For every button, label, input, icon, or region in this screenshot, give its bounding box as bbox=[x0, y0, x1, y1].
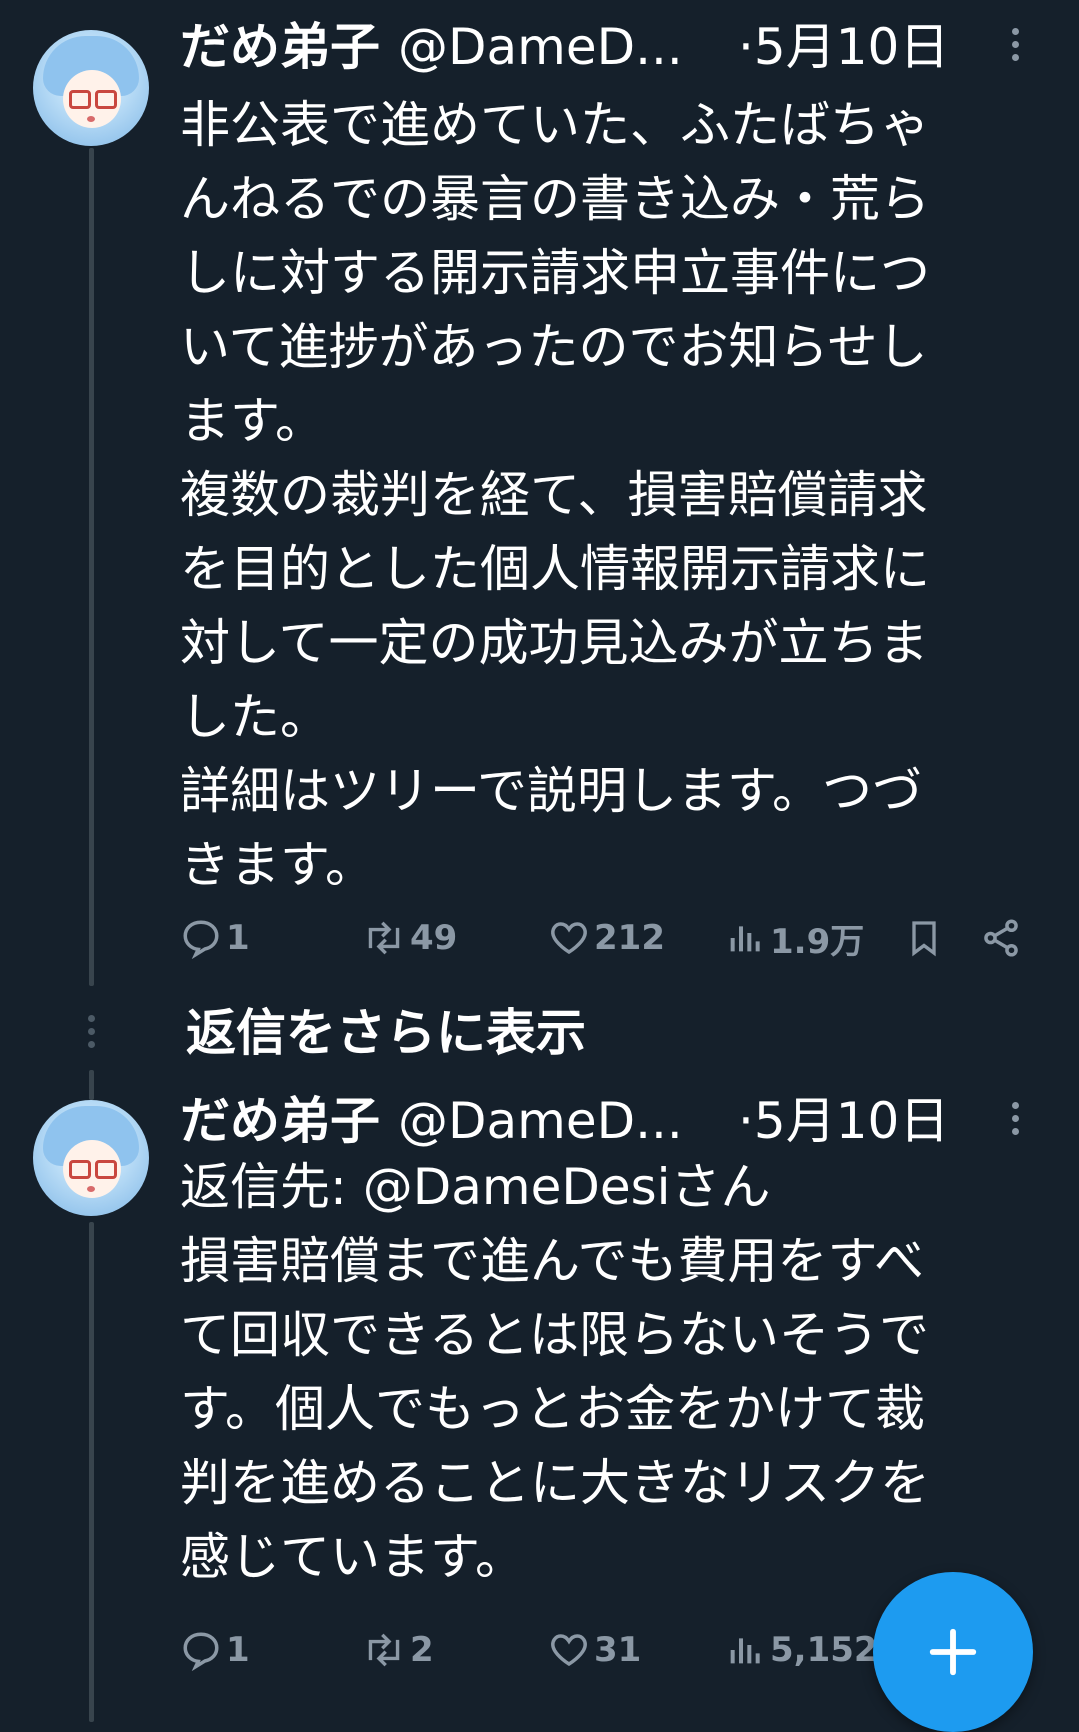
reply-button[interactable]: 1 bbox=[180, 1620, 250, 1680]
tweet-date[interactable]: ·5月10日 bbox=[738, 14, 949, 80]
share-button[interactable] bbox=[980, 908, 1022, 968]
views-icon bbox=[730, 1638, 760, 1664]
thread-line bbox=[89, 1070, 94, 1100]
reply-icon bbox=[183, 920, 219, 959]
tweet[interactable]: だめ弟子 @DameD... ·5月10日 非公表で進めていた、ふたばちゃ んねる… bbox=[180, 14, 1040, 902]
retweet-count: 2 bbox=[410, 1630, 434, 1670]
share-icon bbox=[984, 919, 1018, 957]
username[interactable]: @DameD... bbox=[398, 18, 683, 76]
plus-icon bbox=[929, 1628, 977, 1676]
reply-button[interactable]: 1 bbox=[180, 908, 250, 968]
retweet-icon bbox=[368, 921, 400, 955]
retweet-icon bbox=[368, 1633, 400, 1667]
display-name[interactable]: だめ弟子 bbox=[180, 18, 380, 76]
views-count: 1.9万 bbox=[770, 921, 865, 962]
more-options-icon[interactable] bbox=[1012, 28, 1020, 68]
retweet-count: 49 bbox=[410, 918, 458, 958]
bookmark-icon bbox=[912, 921, 936, 957]
avatar[interactable] bbox=[33, 30, 149, 146]
retweet-button[interactable]: 2 bbox=[362, 1620, 434, 1680]
thread-line bbox=[89, 148, 94, 986]
more-replies-dots bbox=[88, 1015, 96, 1054]
like-count: 212 bbox=[594, 918, 665, 958]
heart-icon bbox=[551, 1634, 587, 1667]
views-icon bbox=[730, 926, 760, 952]
thread-line bbox=[89, 1222, 94, 1722]
tweet[interactable]: だめ弟子 @DameD... ·5月10日 返信先: @DameDesiさん 損害… bbox=[180, 1088, 1040, 1594]
reply-count: 1 bbox=[226, 918, 250, 958]
tweet-actions: 1 49 212 1.9万 bbox=[180, 908, 1040, 968]
display-name[interactable]: だめ弟子 bbox=[180, 1092, 380, 1150]
tweet-header: だめ弟子 @DameD... ·5月10日 bbox=[180, 14, 1040, 80]
retweet-button[interactable]: 49 bbox=[362, 908, 457, 968]
tweet-text: 損害賠償まで進んでも費用をすべ て回収できるとは限らないそうで す。個人でもっと… bbox=[180, 1232, 930, 1586]
views-button[interactable]: 1.9万 bbox=[726, 908, 864, 968]
like-button[interactable]: 212 bbox=[548, 908, 665, 968]
tweet-date[interactable]: ·5月10日 bbox=[738, 1088, 949, 1154]
like-count: 31 bbox=[594, 1630, 642, 1670]
username[interactable]: @DameD... bbox=[398, 1092, 683, 1150]
views-count: 5,152 bbox=[770, 1630, 878, 1670]
like-button[interactable]: 31 bbox=[548, 1620, 641, 1680]
views-button[interactable]: 5,152 bbox=[726, 1620, 878, 1680]
more-options-icon[interactable] bbox=[1012, 1102, 1020, 1142]
tweet-header: だめ弟子 @DameD... ·5月10日 bbox=[180, 1088, 1040, 1154]
reply-count: 1 bbox=[226, 1630, 250, 1670]
show-more-replies-link[interactable]: 返信をさらに表示 bbox=[186, 1000, 586, 1066]
reply-to-label[interactable]: 返信先: @DameDesiさん bbox=[180, 1154, 1040, 1220]
bookmark-button[interactable] bbox=[904, 908, 944, 968]
heart-icon bbox=[551, 922, 587, 955]
tweet-text: 非公表で進めていた、ふたばちゃ んねるでの暴言の書き込み・荒ら しに対する開示請… bbox=[180, 96, 930, 894]
compose-button[interactable] bbox=[873, 1572, 1033, 1732]
avatar[interactable] bbox=[33, 1100, 149, 1216]
reply-icon bbox=[183, 1632, 219, 1671]
